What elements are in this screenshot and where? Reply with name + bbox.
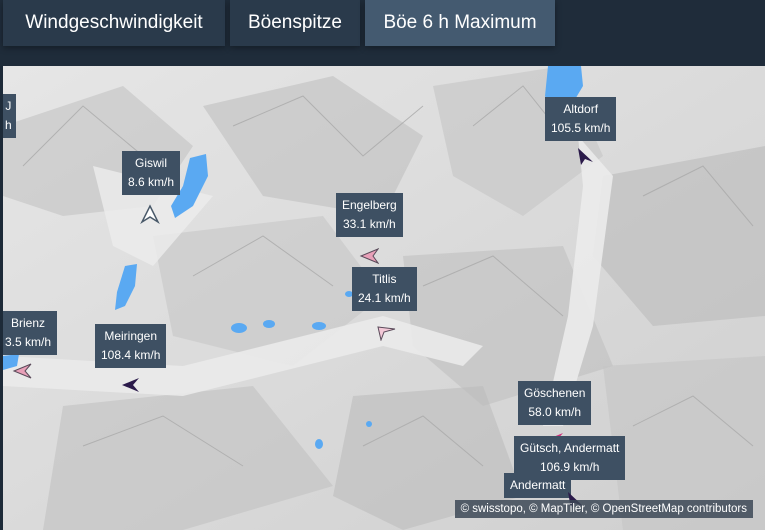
wind-arrow-icon-meiringen — [122, 378, 139, 392]
station-label-giswil[interactable]: Giswil 8.6 km/h — [122, 151, 181, 195]
station-label-engelberg[interactable]: Engelberg 33.1 km/h — [336, 193, 403, 237]
station-value: 33.1 km/h — [343, 217, 396, 231]
station-label-altdorf[interactable]: Altdorf 105.5 km/h — [545, 97, 617, 141]
station-value: 105.5 km/h — [551, 121, 611, 135]
station-value: 8.6 km/h — [128, 175, 175, 189]
station-name: Meiringen — [104, 329, 158, 343]
station-name: Gütsch, Andermatt — [520, 441, 620, 455]
wind-arrow-icon-engelberg — [359, 248, 379, 264]
station-value: 106.9 km/h — [540, 460, 600, 474]
station-name: Altdorf — [563, 102, 599, 116]
map-attribution[interactable]: © swisstopo, © MapTiler, © OpenStreetMap… — [454, 500, 753, 518]
station-label-guetsch-andermatt[interactable]: Gütsch, Andermatt 106.9 km/h — [514, 436, 626, 480]
station-label-goeschenen[interactable]: Göschenen 58.0 km/h — [518, 381, 592, 425]
map[interactable]: J h Altdorf 105.5 km/h Giswil 8.6 km/h E… — [3, 66, 765, 530]
station-value: 58.0 km/h — [528, 405, 582, 419]
station-label-partial-left: J h — [3, 94, 16, 138]
tab-windgeschwindigkeit[interactable]: Windgeschwindigkeit — [3, 0, 225, 46]
station-name: Brienz — [11, 316, 46, 330]
station-name: Giswil — [135, 156, 168, 170]
wind-arrow-icon-altdorf — [578, 148, 593, 165]
tab-boe-6h-maximum[interactable]: Böe 6 h Maximum — [365, 0, 555, 46]
station-value: h — [5, 118, 12, 132]
station-label-brienz[interactable]: Brienz 3.5 km/h — [3, 311, 58, 355]
tab-boenspitze[interactable]: Böenspitze — [230, 0, 360, 46]
station-name: Göschenen — [524, 386, 586, 400]
station-name: J — [5, 99, 12, 113]
wind-arrow-icon-giswil — [140, 204, 160, 224]
wind-arrow-icon-titlis — [377, 326, 396, 341]
station-name: Titlis — [372, 272, 397, 286]
station-label-meiringen[interactable]: Meiringen 108.4 km/h — [95, 324, 167, 368]
wind-arrow-icon-brienz — [12, 363, 32, 379]
top-bar: Windgeschwindigkeit Böenspitze Böe 6 h M… — [0, 0, 765, 66]
station-value: 24.1 km/h — [358, 291, 411, 305]
station-name: Engelberg — [342, 198, 397, 212]
station-label-titlis[interactable]: Titlis 24.1 km/h — [352, 267, 417, 311]
station-value: 108.4 km/h — [101, 348, 161, 362]
station-value: 3.5 km/h — [5, 335, 52, 349]
